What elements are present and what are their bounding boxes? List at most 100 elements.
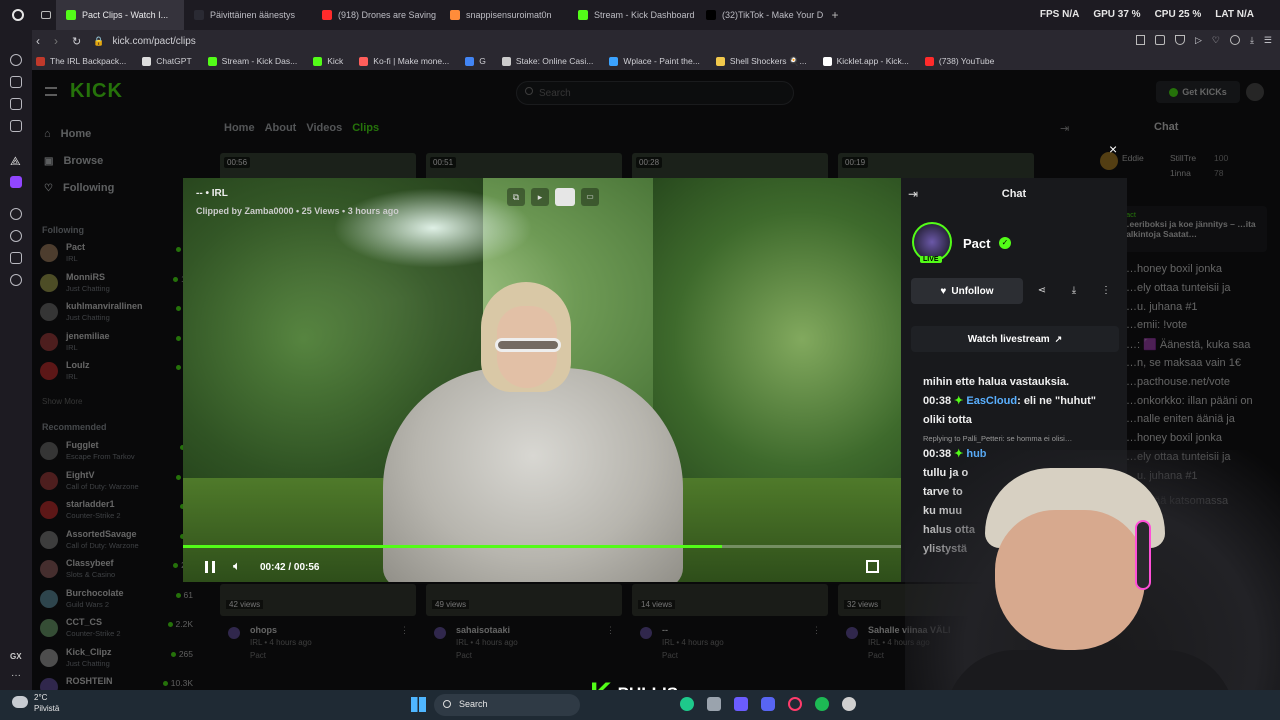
clip-video[interactable] xyxy=(183,178,901,582)
browser-tab[interactable]: Päivittäinen äänestys xyxy=(184,0,312,30)
watch-livestream-button[interactable]: Watch livestream ↗ xyxy=(911,326,1119,352)
channel-name[interactable]: Pact xyxy=(963,236,990,251)
clip-thumbnail[interactable]: 14 views xyxy=(632,584,828,616)
bookmark-item[interactable]: Kicklet.app - Kick... xyxy=(822,56,909,66)
store-icon[interactable] xyxy=(707,697,721,711)
clip-options-icon[interactable]: ⋮ xyxy=(812,625,821,636)
nav-browse[interactable]: ▣ Browse xyxy=(44,155,103,167)
channel-tab-clips[interactable]: Clips xyxy=(352,122,379,134)
channel-tab-about[interactable]: About xyxy=(265,122,297,134)
more-options-button[interactable]: ⋮ xyxy=(1093,278,1119,304)
channel-tab-videos[interactable]: Videos xyxy=(306,122,342,134)
back-icon[interactable]: ‹ xyxy=(36,34,40,48)
recommended-channel[interactable]: ClassybeefSlots & Casino2.6 xyxy=(40,558,193,582)
clip-title[interactable]: -- xyxy=(662,625,668,635)
windows-start-icon[interactable] xyxy=(411,697,426,712)
pause-icon[interactable] xyxy=(205,561,215,573)
bookmark-item[interactable]: ChatGPT xyxy=(142,56,192,66)
new-tab-button[interactable]: + xyxy=(824,8,846,22)
browser-tab[interactable]: (918) Drones are Saving xyxy=(312,0,440,30)
history-icon[interactable] xyxy=(10,54,22,66)
progress-track[interactable] xyxy=(183,545,901,548)
gx-label[interactable]: GX xyxy=(10,652,22,661)
play-icon[interactable]: ▷ xyxy=(1195,35,1202,46)
clip-player[interactable]: -- • IRL Clipped by Zamba0000 • 25 Views… xyxy=(183,178,901,582)
recommended-channel[interactable]: CCT_CS Counter-Strike 2 2.2K xyxy=(40,617,193,641)
url-field[interactable]: kick.com/pact/clips xyxy=(112,36,195,47)
player-icon[interactable] xyxy=(10,208,22,220)
heart-icon[interactable]: ♡ xyxy=(1212,35,1220,46)
tab-menu-icon[interactable] xyxy=(36,0,56,30)
download-button[interactable]: ⤓ xyxy=(1061,278,1087,304)
bookmark-item[interactable]: Stream - Kick Das... xyxy=(207,56,297,66)
kick-logo[interactable]: KICK xyxy=(70,80,123,103)
bookmark-item[interactable]: Kick xyxy=(313,56,343,66)
clip-author[interactable]: Pact xyxy=(456,651,472,660)
speed-icon[interactable] xyxy=(555,188,575,206)
bookmark-item[interactable]: The IRL Backpack... xyxy=(36,56,126,66)
bookmark-item[interactable]: Ko-fi | Make mone... xyxy=(359,56,449,66)
recommended-channel[interactable]: Burchocolate Guild Wars 2 61 xyxy=(40,588,193,612)
notes-icon[interactable] xyxy=(10,98,22,110)
browser-tab[interactable]: snappisensuroimat0n xyxy=(440,0,568,30)
nav-home[interactable]: ⌂ Home xyxy=(44,128,91,140)
bookmark-icon[interactable] xyxy=(1135,35,1145,45)
clip-thumbnail[interactable]: 49 views xyxy=(426,584,622,616)
app-icon[interactable] xyxy=(842,697,856,711)
recommended-channel[interactable]: starladder1Counter-Strike 28 xyxy=(40,499,193,523)
download-icon[interactable]: ⤓ xyxy=(1250,35,1254,46)
workspace-icon[interactable]: ⟁ xyxy=(10,154,22,168)
browser-tab[interactable]: Pact Clips - Watch I... xyxy=(56,0,184,30)
following-channel[interactable]: jenemiliaeIRL19 xyxy=(40,331,193,355)
following-channel[interactable]: MonniRSJust Chatting1.8 xyxy=(40,272,193,296)
clip-thumbnail[interactable]: 42 views xyxy=(220,584,416,616)
opera-gx-icon[interactable] xyxy=(788,697,802,711)
volume-icon[interactable]: 🔈︎ xyxy=(233,558,241,574)
share-button[interactable]: ⋖ xyxy=(1029,278,1055,304)
opera-logo-icon[interactable] xyxy=(0,0,36,30)
clip-author[interactable]: Pact xyxy=(250,651,266,660)
bookmark-item[interactable]: Shell Shockers 🍳... xyxy=(715,56,807,67)
extensions-icon[interactable] xyxy=(10,252,22,264)
site-search[interactable]: Search xyxy=(516,81,794,105)
fullscreen-icon[interactable] xyxy=(866,560,879,573)
unfollow-button[interactable]: ♥ Unfollow xyxy=(911,278,1023,304)
get-kicks-button[interactable]: Get KICKs xyxy=(1156,81,1240,103)
snapshot-icon[interactable] xyxy=(1154,35,1165,45)
twitch-icon[interactable] xyxy=(10,176,22,188)
copy-icon[interactable]: ⧉ xyxy=(507,188,525,206)
discord-icon[interactable] xyxy=(761,697,775,711)
clip-author[interactable]: Pact xyxy=(868,651,884,660)
app-icon[interactable] xyxy=(680,697,694,711)
bookmark-item[interactable]: G xyxy=(465,56,486,66)
clip-title[interactable]: ohops xyxy=(250,625,277,635)
bookmark-item[interactable]: Wplace - Paint the... xyxy=(609,56,700,66)
following-channel[interactable]: PactIRL11 xyxy=(40,242,193,266)
clip-options-icon[interactable]: ⋮ xyxy=(400,625,409,636)
profile-icon[interactable] xyxy=(1229,35,1240,45)
taskbar-search[interactable]: Search xyxy=(434,694,580,716)
close-modal-button[interactable]: × xyxy=(1109,141,1117,157)
pinboard-icon[interactable] xyxy=(10,76,22,88)
bg-chat-collapse-icon[interactable]: ⇥ xyxy=(1060,122,1069,135)
show-more-link[interactable]: Show More xyxy=(42,397,82,406)
recommended-channel[interactable]: AssortedSavageCall of Duty: Warzone8 xyxy=(40,529,193,553)
chat-username[interactable]: EasCloud xyxy=(966,395,1017,407)
spotify-icon[interactable] xyxy=(815,697,829,711)
more-icon[interactable]: ··· xyxy=(11,670,21,681)
recommended-channel[interactable]: EightVCall of Duty: Warzone14 xyxy=(40,470,193,494)
recommended-channel[interactable]: ROSHTEIN 10.3K xyxy=(40,676,193,690)
browser-tab[interactable]: (32)TikTok - Make Your D xyxy=(696,0,824,30)
following-channel[interactable]: LoulzIRL25 xyxy=(40,360,193,384)
clip-author[interactable]: Pact xyxy=(662,651,678,660)
wallet-icon[interactable] xyxy=(10,120,22,132)
hamburger-icon[interactable] xyxy=(45,87,57,96)
shield-icon[interactable] xyxy=(1174,35,1185,45)
bookmark-item[interactable]: (738) YouTube xyxy=(924,56,994,66)
clock-icon[interactable] xyxy=(10,230,22,242)
forward-icon[interactable]: › xyxy=(54,34,58,48)
channel-tab-home[interactable]: Home xyxy=(224,122,255,134)
clip-options-icon[interactable]: ⋮ xyxy=(606,625,615,636)
nav-following[interactable]: ♡ Following xyxy=(44,182,114,194)
following-channel[interactable]: kuhlmanvirallinenJust Chatting31 xyxy=(40,301,193,325)
